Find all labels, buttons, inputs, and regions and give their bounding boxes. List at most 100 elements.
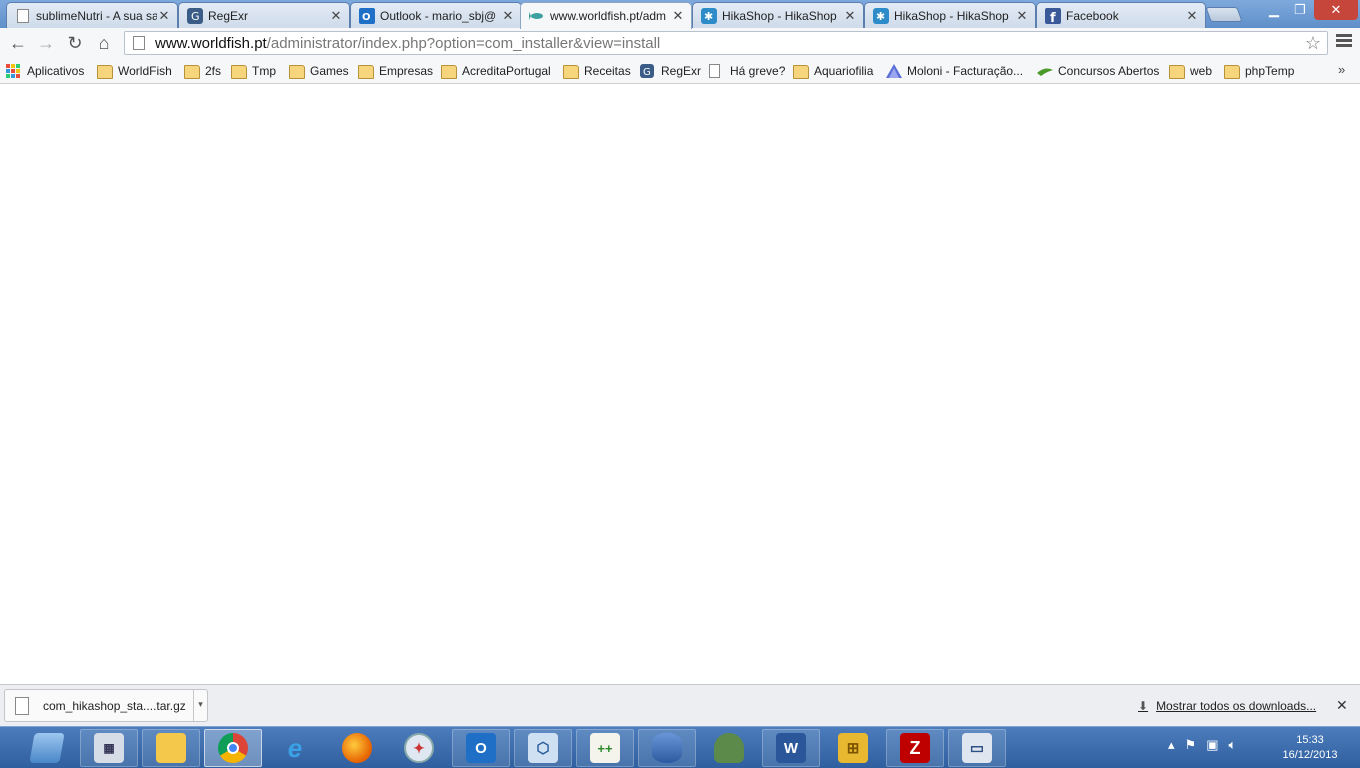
show-hidden-icons-chevron-icon[interactable]: ▴ — [1168, 737, 1175, 753]
show-desktop-icon[interactable] — [18, 729, 76, 767]
moloni-icon — [886, 64, 902, 78]
close-window-icon[interactable]: ✕ — [1314, 0, 1358, 20]
forward-arrow-icon[interactable]: → — [34, 32, 58, 54]
back-arrow-icon[interactable]: ← — [6, 32, 30, 54]
url-text[interactable]: www.worldfish.pt/administrator/index.php… — [155, 35, 660, 52]
chrome-icon[interactable] — [204, 729, 262, 767]
svg-text:✱: ✱ — [876, 10, 885, 23]
outlook-icon[interactable]: O — [452, 729, 510, 767]
bookmark-folder-web[interactable]: web — [1169, 62, 1212, 80]
tab-title: HikaShop - HikaShop — [722, 8, 837, 23]
word-icon[interactable]: W — [762, 729, 820, 767]
bookmark-folder-games[interactable]: Games — [289, 62, 349, 80]
close-icon[interactable]: ✕ — [501, 8, 515, 24]
system-tray: ▴ ⚑ ▣ 🔈︎ — [1168, 737, 1236, 753]
tab-regexr[interactable]: G RegExr ✕ — [178, 2, 350, 28]
bookmark-folder-phptemp[interactable]: phpTemp — [1224, 62, 1294, 80]
bookmark-label: Aquariofilia — [814, 64, 874, 78]
close-download-shelf-icon[interactable]: ✕ — [1336, 697, 1348, 714]
restore-icon[interactable]: ❐ — [1288, 0, 1312, 20]
download-item[interactable]: com_hikashop_sta....tar.gz ▾ — [4, 689, 208, 722]
bookmark-aplicativos[interactable]: Aplicativos — [6, 62, 84, 80]
svg-text:O: O — [362, 12, 371, 23]
bookmark-regexr[interactable]: G RegExr — [640, 62, 701, 80]
page-icon — [133, 36, 145, 50]
tab-title: sublimeNutri - A sua saúde — [36, 8, 157, 23]
bookmark-label: Empresas — [379, 64, 434, 78]
folder-icon — [1224, 64, 1240, 79]
bookmark-folder-worldfish[interactable]: WorldFish — [97, 62, 172, 80]
download-options-chevron-icon[interactable]: ▾ — [193, 690, 207, 721]
action-center-flag-icon[interactable]: ⚑ — [1185, 737, 1197, 753]
internet-explorer-icon[interactable]: e — [266, 729, 324, 767]
safari-icon[interactable]: ✦ — [390, 729, 448, 767]
folder-icon — [97, 64, 113, 79]
calculator-icon[interactable]: ▦ — [80, 729, 138, 767]
bookmark-star-icon[interactable]: ☆ — [1305, 33, 1321, 54]
remote-desktop-icon[interactable]: ▭ — [948, 729, 1006, 767]
bookmark-label: phpTemp — [1245, 64, 1295, 78]
database-icon[interactable] — [638, 729, 696, 767]
close-icon[interactable]: ✕ — [843, 8, 857, 24]
bookmarks-overflow-chevron-icon[interactable]: » — [1338, 62, 1345, 77]
svg-text:✱: ✱ — [704, 10, 713, 23]
tab-title: Facebook — [1066, 8, 1119, 23]
bookmark-folder-tmp[interactable]: Tmp — [231, 62, 276, 80]
worldfish-icon — [529, 8, 545, 24]
virtualbox-icon[interactable]: ⬡ — [514, 729, 572, 767]
page-icon — [709, 64, 725, 78]
folder-icon — [441, 64, 457, 79]
bookmark-folder-acreditaportugal[interactable]: AcreditaPortugal — [441, 62, 551, 80]
volume-icon[interactable]: 🔈︎ — [1228, 737, 1236, 753]
minimize-icon[interactable]: ▁ — [1262, 0, 1286, 20]
browser-toolbar: ← → ↻ ⌂ www.worldfish.pt/administrator/i… — [0, 28, 1360, 58]
bookmark-moloni[interactable]: Moloni - Facturação... — [886, 62, 1023, 80]
show-all-downloads-link[interactable]: ⬇ Mostrar todos os downloads... — [1138, 699, 1316, 713]
tab-title: Outlook - mario_sbj@ — [380, 8, 497, 23]
filezilla-icon[interactable]: Z — [886, 729, 944, 767]
bookmark-label: web — [1190, 64, 1213, 78]
tab-worldfish[interactable]: www.worldfish.pt/adm ✕ — [520, 2, 692, 29]
clock-date: 16/12/2013 — [1282, 749, 1338, 761]
close-icon[interactable]: ✕ — [1185, 8, 1199, 24]
svg-text:G: G — [191, 10, 200, 23]
tab-title: RegExr — [208, 8, 249, 23]
address-bar[interactable]: www.worldfish.pt/administrator/index.php… — [124, 31, 1328, 55]
bookmark-folder-empresas[interactable]: Empresas — [358, 62, 433, 80]
tab-outlook[interactable]: O Outlook - mario_sbj@ ✕ — [350, 2, 522, 28]
close-icon[interactable]: ✕ — [1015, 8, 1029, 24]
folder-icon — [793, 64, 809, 79]
system-clock[interactable]: 15:33 16/12/2013 — [1270, 733, 1350, 763]
bookmark-ha-greve[interactable]: Há greve? — [709, 62, 785, 80]
notepad-plus-plus-icon[interactable]: ++ — [576, 729, 634, 767]
download-file-name: com_hikashop_sta....tar.gz — [43, 698, 186, 713]
bookmark-folder-aquariofilia[interactable]: Aquariofilia — [793, 62, 873, 80]
sitemap-tool-icon[interactable]: ⊞ — [824, 729, 882, 767]
tab-facebook[interactable]: f Facebook ✕ — [1036, 2, 1206, 28]
regexr-icon: G — [640, 64, 656, 78]
url-path: /administrator/index.php?option=com_inst… — [266, 34, 661, 52]
tab-hikashop-2[interactable]: ✱ HikaShop - HikaShop ✕ — [864, 2, 1036, 28]
close-icon[interactable]: ✕ — [329, 8, 343, 24]
menu-icon[interactable] — [1336, 34, 1352, 50]
tortoise-icon[interactable] — [700, 729, 758, 767]
firefox-icon[interactable] — [328, 729, 386, 767]
tab-hikashop-1[interactable]: ✱ HikaShop - HikaShop ✕ — [692, 2, 864, 28]
page-icon — [15, 8, 31, 24]
bookmarks-bar: Aplicativos WorldFish 2fs Tmp Games Empr… — [0, 58, 1360, 84]
windows-taskbar: ▦ e ✦ O ⬡ ++ W ⊞ Z ▭ ▴ ⚑ ▣ 🔈︎ 15:33 16/1… — [0, 726, 1360, 768]
close-icon[interactable]: ✕ — [671, 8, 685, 24]
bookmark-label: Tmp — [252, 64, 276, 78]
reload-icon[interactable]: ↻ — [63, 32, 87, 54]
new-tab-button[interactable] — [1205, 7, 1243, 22]
home-icon[interactable]: ⌂ — [92, 32, 116, 54]
file-explorer-icon[interactable] — [142, 729, 200, 767]
bookmark-label: AcreditaPortugal — [462, 64, 551, 78]
bookmark-folder-receitas[interactable]: Receitas — [563, 62, 631, 80]
network-icon[interactable]: ▣ — [1206, 737, 1218, 753]
tab-sublimenutri[interactable]: sublimeNutri - A sua saúde ✕ — [6, 2, 178, 28]
bookmark-concursos-abertos[interactable]: Concursos Abertos — [1037, 62, 1159, 80]
close-icon[interactable]: ✕ — [157, 8, 171, 24]
folder-icon — [289, 64, 305, 79]
bookmark-folder-2fs[interactable]: 2fs — [184, 62, 221, 80]
